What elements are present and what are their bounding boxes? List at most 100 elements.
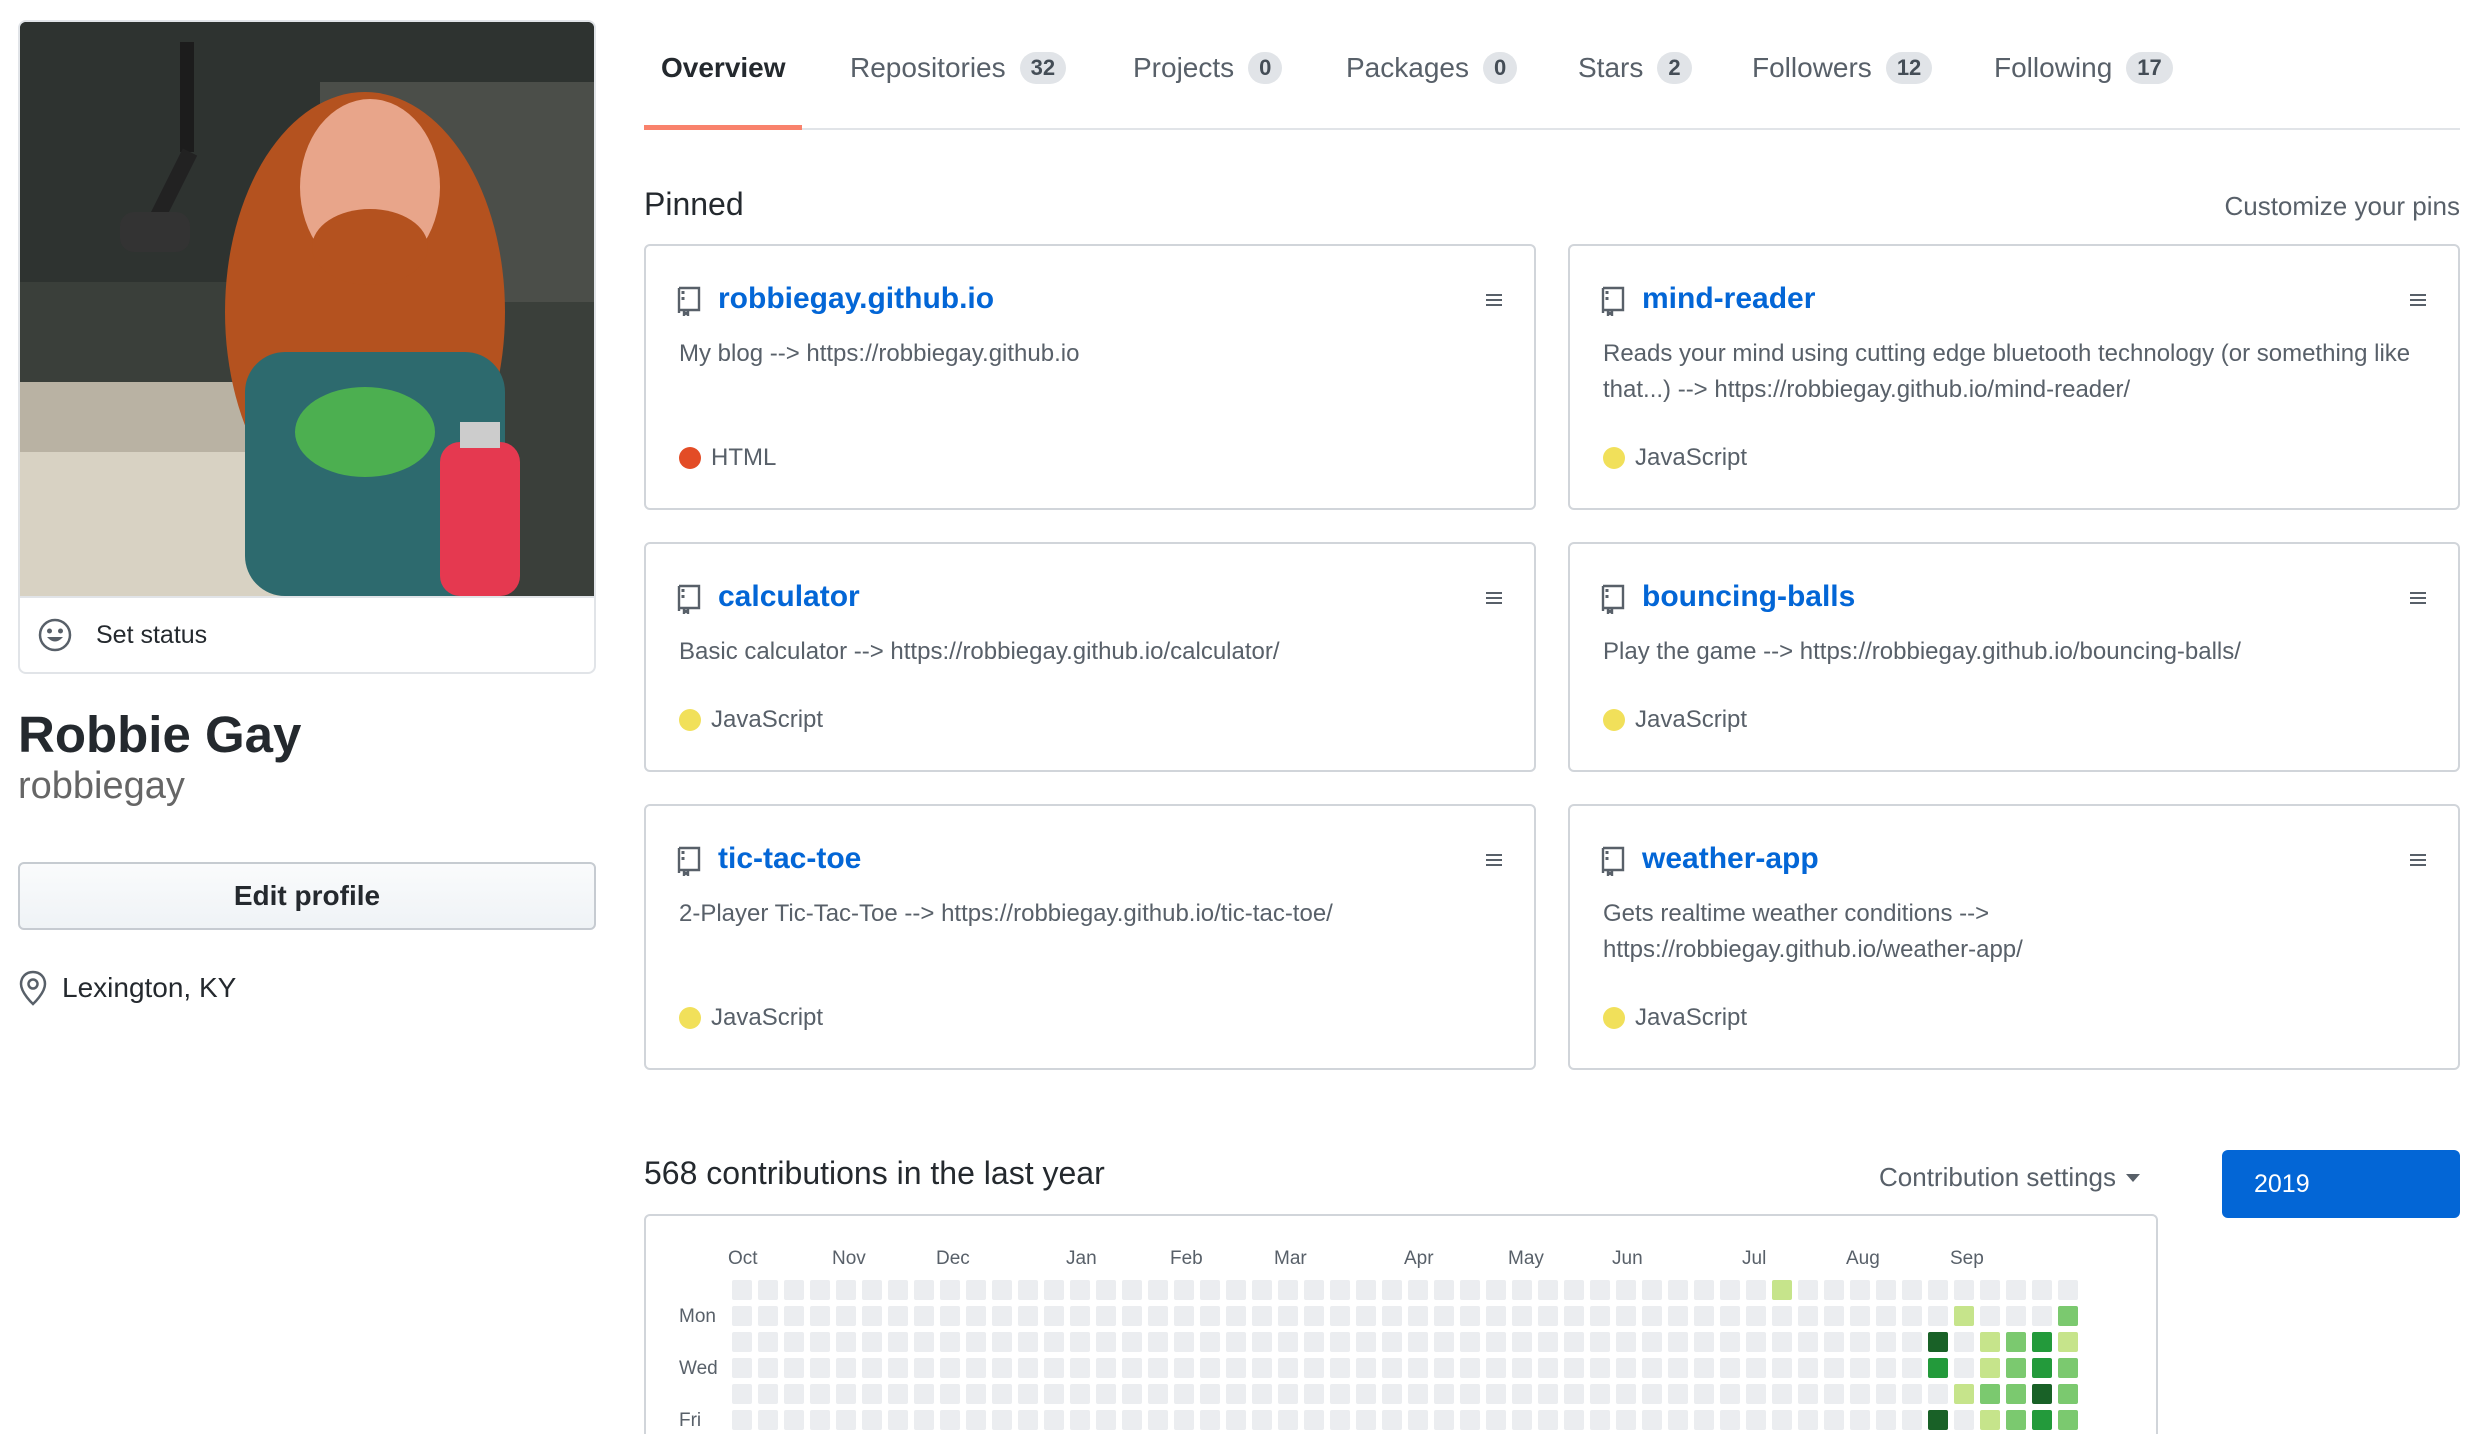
contribution-day-cell[interactable]	[1668, 1358, 1688, 1378]
contribution-day-cell[interactable]	[1044, 1410, 1064, 1430]
contribution-day-cell[interactable]	[1408, 1384, 1428, 1404]
contribution-day-cell[interactable]	[1330, 1332, 1350, 1352]
contribution-day-cell[interactable]	[1720, 1306, 1740, 1326]
contribution-day-cell[interactable]	[1278, 1410, 1298, 1430]
contribution-day-cell[interactable]	[1954, 1306, 1974, 1326]
contribution-day-cell[interactable]	[1538, 1410, 1558, 1430]
contribution-day-cell[interactable]	[1928, 1280, 1948, 1300]
contribution-day-cell[interactable]	[1850, 1306, 1870, 1326]
contribution-day-cell[interactable]	[966, 1358, 986, 1378]
contribution-day-cell[interactable]	[1408, 1306, 1428, 1326]
contribution-day-cell[interactable]	[1096, 1280, 1116, 1300]
contribution-day-cell[interactable]	[1434, 1332, 1454, 1352]
contribution-day-cell[interactable]	[992, 1384, 1012, 1404]
tab-following[interactable]: Following 17	[1994, 52, 2173, 84]
repo-name-link[interactable]: calculator	[718, 580, 860, 614]
contribution-day-cell[interactable]	[1694, 1410, 1714, 1430]
contribution-day-cell[interactable]	[1226, 1410, 1246, 1430]
contribution-day-cell[interactable]	[836, 1410, 856, 1430]
contribution-day-cell[interactable]	[940, 1410, 960, 1430]
contribution-day-cell[interactable]	[732, 1332, 752, 1352]
contribution-day-cell[interactable]	[1538, 1280, 1558, 1300]
contribution-day-cell[interactable]	[1122, 1332, 1142, 1352]
contribution-day-cell[interactable]	[992, 1332, 1012, 1352]
avatar[interactable]	[20, 22, 594, 596]
contribution-day-cell[interactable]	[888, 1332, 908, 1352]
contribution-day-cell[interactable]	[810, 1280, 830, 1300]
contribution-day-cell[interactable]	[1512, 1410, 1532, 1430]
contribution-day-cell[interactable]	[1902, 1384, 1922, 1404]
contribution-day-cell[interactable]	[1070, 1332, 1090, 1352]
contribution-day-cell[interactable]	[1304, 1332, 1324, 1352]
contribution-day-cell[interactable]	[2006, 1358, 2026, 1378]
contribution-day-cell[interactable]	[1382, 1384, 1402, 1404]
contribution-day-cell[interactable]	[1564, 1358, 1584, 1378]
contribution-day-cell[interactable]	[1876, 1410, 1896, 1430]
contribution-day-cell[interactable]	[1590, 1358, 1610, 1378]
contribution-day-cell[interactable]	[1668, 1306, 1688, 1326]
contribution-day-cell[interactable]	[1824, 1358, 1844, 1378]
contribution-day-cell[interactable]	[1642, 1410, 1662, 1430]
contribution-day-cell[interactable]	[2032, 1410, 2052, 1430]
contribution-day-cell[interactable]	[1278, 1306, 1298, 1326]
contribution-day-cell[interactable]	[1512, 1384, 1532, 1404]
contribution-day-cell[interactable]	[1512, 1306, 1532, 1326]
contribution-day-cell[interactable]	[836, 1358, 856, 1378]
contribution-day-cell[interactable]	[1798, 1384, 1818, 1404]
repo-name-link[interactable]: weather-app	[1642, 842, 1819, 876]
contribution-day-cell[interactable]	[1902, 1358, 1922, 1378]
contribution-day-cell[interactable]	[1616, 1280, 1636, 1300]
contribution-day-cell[interactable]	[836, 1280, 856, 1300]
contribution-day-cell[interactable]	[1044, 1384, 1064, 1404]
contribution-day-cell[interactable]	[1694, 1280, 1714, 1300]
contribution-day-cell[interactable]	[940, 1280, 960, 1300]
contribution-day-cell[interactable]	[992, 1306, 1012, 1326]
contribution-day-cell[interactable]	[1304, 1358, 1324, 1378]
contribution-day-cell[interactable]	[784, 1410, 804, 1430]
contribution-day-cell[interactable]	[1538, 1306, 1558, 1326]
contribution-day-cell[interactable]	[1096, 1332, 1116, 1352]
contribution-day-cell[interactable]	[1226, 1358, 1246, 1378]
contribution-day-cell[interactable]	[1694, 1384, 1714, 1404]
contribution-day-cell[interactable]	[1226, 1306, 1246, 1326]
contribution-day-cell[interactable]	[1538, 1384, 1558, 1404]
contribution-day-cell[interactable]	[1980, 1410, 2000, 1430]
contribution-day-cell[interactable]	[1512, 1332, 1532, 1352]
contribution-day-cell[interactable]	[732, 1280, 752, 1300]
contribution-day-cell[interactable]	[1460, 1280, 1480, 1300]
contribution-day-cell[interactable]	[1564, 1332, 1584, 1352]
contribution-day-cell[interactable]	[1148, 1280, 1168, 1300]
contribution-day-cell[interactable]	[1850, 1410, 1870, 1430]
contribution-day-cell[interactable]	[940, 1384, 960, 1404]
contribution-day-cell[interactable]	[2058, 1358, 2078, 1378]
contribution-day-cell[interactable]	[836, 1306, 856, 1326]
contribution-day-cell[interactable]	[1564, 1410, 1584, 1430]
repo-name-link[interactable]: tic-tac-toe	[718, 842, 861, 876]
contribution-day-cell[interactable]	[1668, 1332, 1688, 1352]
contribution-day-cell[interactable]	[1018, 1410, 1038, 1430]
repo-name-link[interactable]: mind-reader	[1642, 282, 1815, 316]
drag-handle-icon[interactable]	[1484, 292, 1504, 308]
contribution-day-cell[interactable]	[1876, 1306, 1896, 1326]
contribution-day-cell[interactable]	[1434, 1358, 1454, 1378]
repo-name-link[interactable]: bouncing-balls	[1642, 580, 1855, 614]
contribution-day-cell[interactable]	[1486, 1358, 1506, 1378]
contribution-day-cell[interactable]	[992, 1410, 1012, 1430]
contribution-day-cell[interactable]	[1330, 1410, 1350, 1430]
contribution-day-cell[interactable]	[1148, 1384, 1168, 1404]
contribution-day-cell[interactable]	[784, 1306, 804, 1326]
contribution-day-cell[interactable]	[1408, 1410, 1428, 1430]
contribution-day-cell[interactable]	[1018, 1280, 1038, 1300]
contribution-day-cell[interactable]	[1200, 1332, 1220, 1352]
contribution-day-cell[interactable]	[2032, 1384, 2052, 1404]
contribution-day-cell[interactable]	[1642, 1384, 1662, 1404]
contribution-day-cell[interactable]	[1616, 1358, 1636, 1378]
contribution-day-cell[interactable]	[1824, 1332, 1844, 1352]
contribution-day-cell[interactable]	[2058, 1410, 2078, 1430]
contribution-day-cell[interactable]	[1070, 1280, 1090, 1300]
contribution-day-cell[interactable]	[1772, 1410, 1792, 1430]
contribution-day-cell[interactable]	[1148, 1358, 1168, 1378]
contribution-day-cell[interactable]	[1408, 1280, 1428, 1300]
contribution-day-cell[interactable]	[966, 1384, 986, 1404]
contribution-day-cell[interactable]	[1486, 1384, 1506, 1404]
